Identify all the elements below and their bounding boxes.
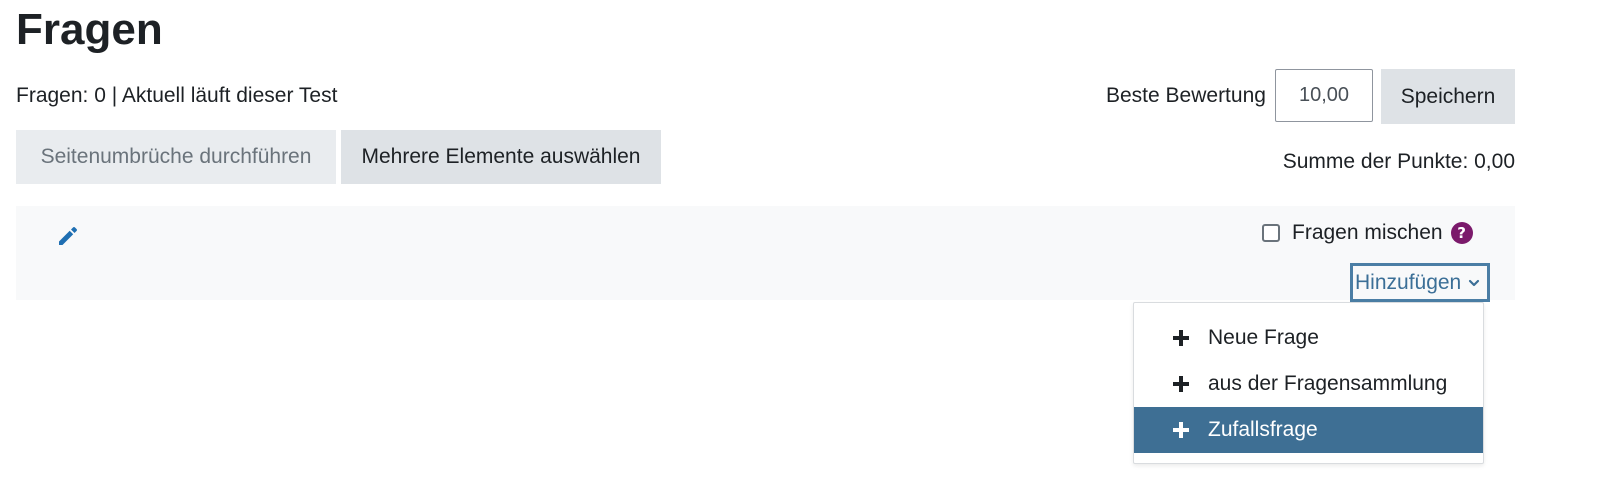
quiz-edit-page: Fragen Fragen: 0 | Aktuell läuft dieser …: [0, 0, 1600, 490]
add-menu-item-label: aus der Fragensammlung: [1208, 372, 1448, 395]
repaginate-button[interactable]: Seitenumbrüche durchführen: [16, 130, 336, 184]
add-menu-item-new-question[interactable]: Neue Frage: [1134, 315, 1483, 361]
chevron-down-icon: [1469, 279, 1480, 286]
save-button[interactable]: Speichern: [1381, 69, 1515, 124]
max-grade-label: Beste Bewertung: [1106, 84, 1266, 107]
add-menu-dropdown: Neue Frage aus der Fragensammlung Zufall…: [1133, 302, 1484, 464]
shuffle-questions-control: Fragen mischen ?: [1262, 218, 1473, 248]
max-grade-input[interactable]: [1275, 69, 1373, 122]
quiz-status-text: Fragen: 0 | Aktuell läuft dieser Test: [16, 84, 338, 107]
add-menu-item-label: Neue Frage: [1208, 326, 1319, 349]
add-menu-label: Hinzufügen: [1355, 270, 1462, 294]
add-menu-item-label: Zufallsfrage: [1208, 418, 1318, 441]
add-menu-toggle[interactable]: Hinzufügen: [1350, 263, 1490, 302]
add-menu-item-from-question-bank[interactable]: aus der Fragensammlung: [1134, 361, 1483, 407]
plus-icon: [1173, 330, 1189, 346]
add-menu-item-random-question[interactable]: Zufallsfrage: [1134, 407, 1483, 453]
shuffle-questions-checkbox[interactable]: [1262, 224, 1280, 242]
page-title: Fragen: [16, 5, 163, 54]
shuffle-questions-label: Fragen mischen: [1292, 221, 1443, 244]
plus-icon: [1173, 422, 1189, 438]
select-multiple-button[interactable]: Mehrere Elemente auswählen: [341, 130, 661, 184]
total-marks-text: Summe der Punkte: 0,00: [1282, 150, 1515, 173]
edit-section-heading-icon[interactable]: [56, 224, 80, 248]
plus-icon: [1173, 376, 1189, 392]
help-icon[interactable]: ?: [1450, 222, 1473, 244]
